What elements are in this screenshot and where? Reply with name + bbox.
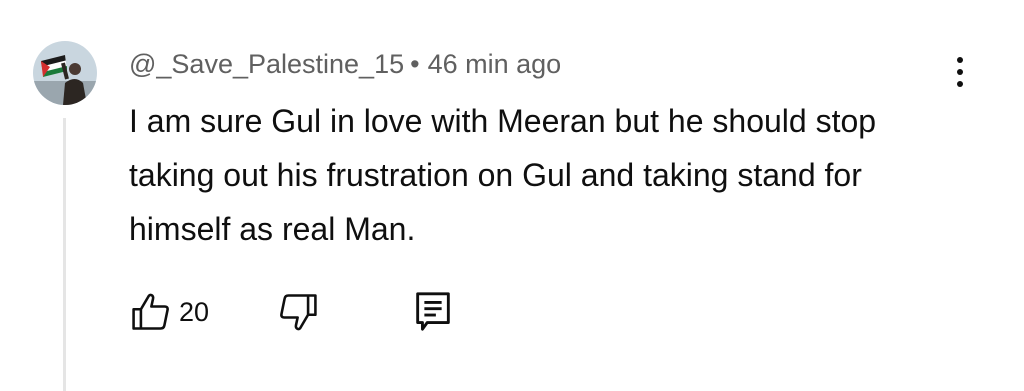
meta-separator: • xyxy=(410,48,420,79)
avatar[interactable] xyxy=(33,41,97,105)
more-vertical-icon-dot-2 xyxy=(957,69,963,75)
more-options-button[interactable] xyxy=(946,50,974,94)
thumbs-down-icon xyxy=(280,294,317,331)
like-count: 20 xyxy=(179,296,210,327)
more-vertical-icon-dot-1 xyxy=(957,57,963,63)
comment-text: I am sure Gul in love with Meeran but he… xyxy=(129,103,877,247)
comment-timestamp: 46 min ago xyxy=(427,48,562,79)
thumbs-up-icon xyxy=(132,293,169,330)
avatar-image xyxy=(33,41,97,105)
like-button[interactable]: 20 xyxy=(129,290,225,334)
thread-line xyxy=(63,118,66,391)
more-vertical-icon-dot-3 xyxy=(957,81,963,87)
reply-button[interactable] xyxy=(410,288,456,334)
reply-comment-icon xyxy=(416,292,450,331)
comment-meta: @_Save_Palestine_15 • 46 min ago xyxy=(129,42,561,86)
author-handle[interactable]: @_Save_Palestine_15 xyxy=(129,49,404,80)
dislike-button[interactable] xyxy=(273,290,323,334)
